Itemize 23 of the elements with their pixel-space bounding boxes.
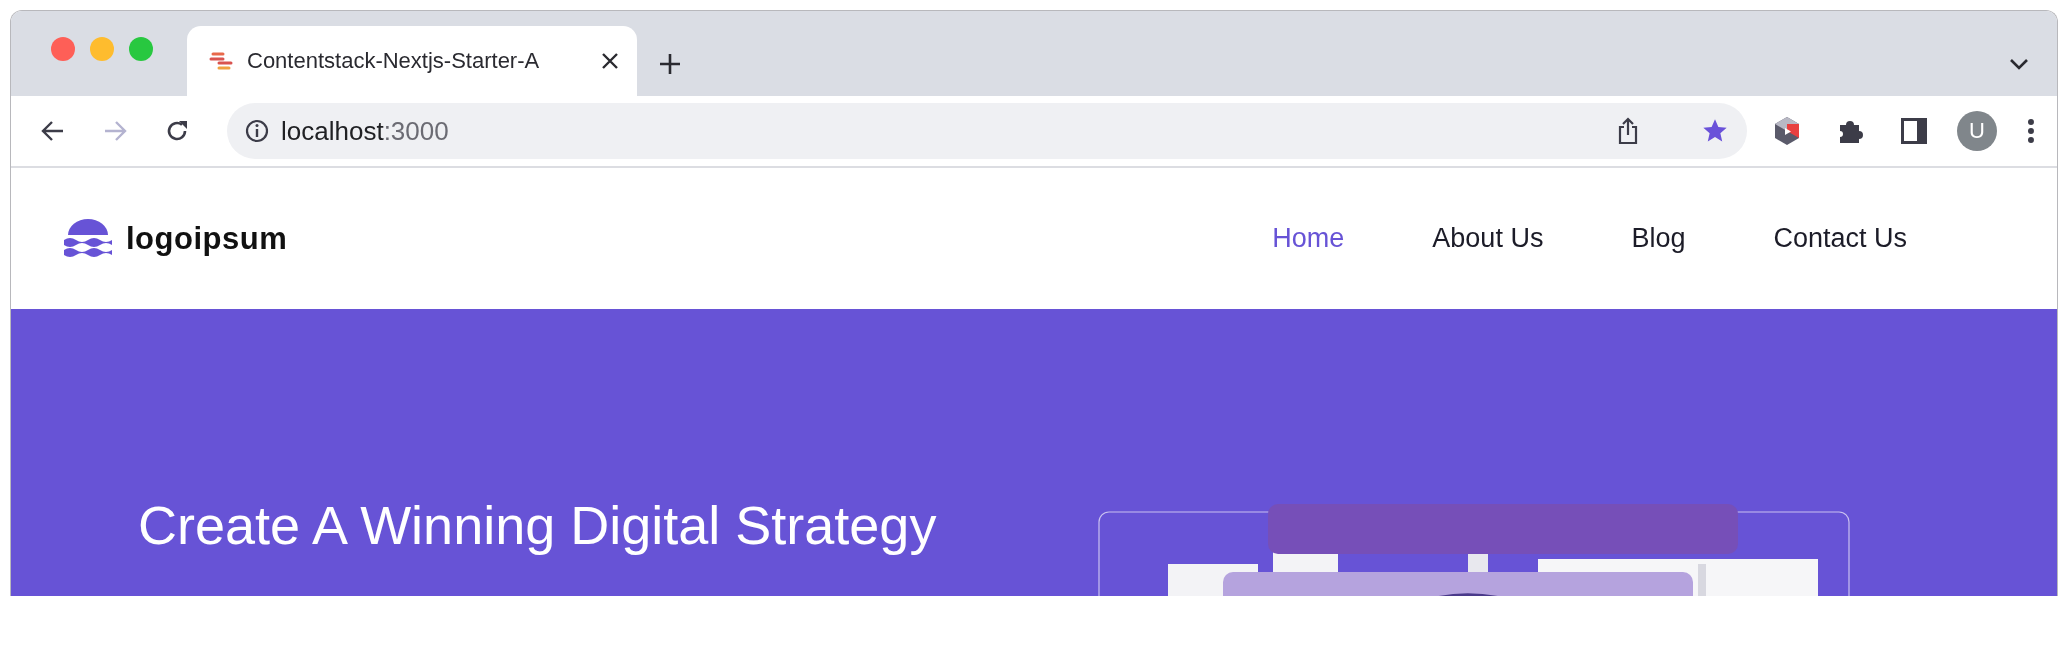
close-tab-icon[interactable] — [601, 52, 619, 70]
chevron-down-icon[interactable] — [2009, 57, 2029, 70]
menu-icon[interactable] — [2027, 118, 2035, 144]
hero-heading: Create A Winning Digital Strategy — [138, 494, 938, 557]
share-icon[interactable] — [1617, 117, 1639, 145]
logo-text: logoipsum — [126, 220, 288, 257]
nav-link[interactable]: About Us — [1432, 223, 1544, 254]
side-panel-icon[interactable] — [1901, 118, 1927, 144]
nav-link[interactable]: Blog — [1631, 223, 1686, 254]
browser-tab[interactable]: Contentstack-Nextjs-Starter-A — [187, 26, 637, 96]
reload-icon[interactable] — [165, 119, 189, 143]
info-icon[interactable] — [245, 119, 269, 143]
address-bar[interactable]: localhost:3000 — [227, 103, 1747, 159]
new-tab-icon[interactable] — [659, 52, 681, 75]
back-icon[interactable] — [41, 120, 65, 142]
favicon-icon — [209, 51, 233, 71]
profile-avatar[interactable]: U — [1957, 111, 1997, 151]
url-text: localhost:3000 — [281, 115, 450, 147]
extension-icon[interactable] — [1773, 116, 1801, 146]
nav-link[interactable]: Home — [1272, 223, 1345, 254]
tab-title: Contentstack-Nextjs-Starter-A — [247, 48, 541, 74]
nav-link[interactable]: Contact Us — [1773, 223, 1907, 254]
logo-icon — [64, 218, 112, 259]
